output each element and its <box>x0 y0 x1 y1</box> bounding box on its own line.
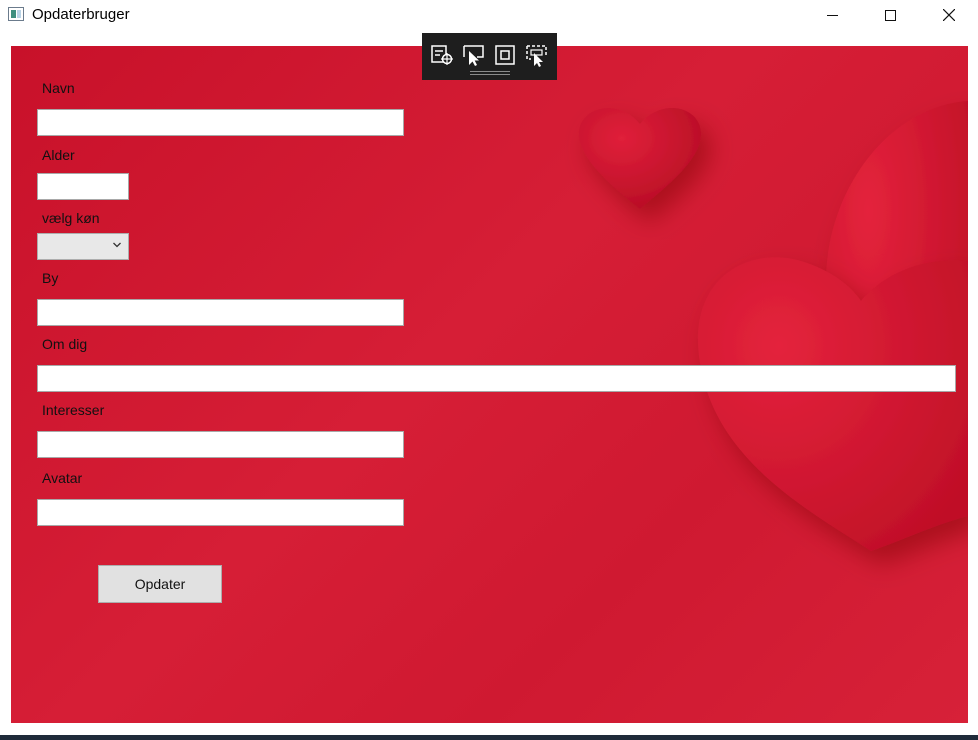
layout-adorner-icon[interactable] <box>493 43 517 67</box>
track-focus-icon[interactable] <box>525 43 549 67</box>
navn-label: Navn <box>42 80 75 96</box>
opdater-button[interactable]: Opdater <box>98 565 222 603</box>
gender-select[interactable] <box>37 233 129 260</box>
gender-label: vælg køn <box>42 210 100 226</box>
om-dig-label: Om dig <box>42 336 88 352</box>
by-input[interactable] <box>37 299 404 326</box>
taskbar-edge <box>0 735 978 740</box>
interesser-input[interactable] <box>37 431 404 458</box>
toolbar-drag-handle[interactable] <box>470 71 510 75</box>
navn-input[interactable] <box>37 109 404 136</box>
title-bar: Opdaterbruger <box>0 0 978 30</box>
interesser-label: Interesser <box>42 402 105 418</box>
alder-input[interactable] <box>37 173 129 200</box>
close-icon <box>943 9 955 21</box>
om-dig-input[interactable] <box>37 365 956 392</box>
minimize-button[interactable] <box>803 0 861 30</box>
window-title: Opdaterbruger <box>32 6 130 23</box>
avatar-label: Avatar <box>42 470 83 486</box>
chevron-down-icon <box>113 242 121 248</box>
by-label: By <box>42 270 59 286</box>
alder-label: Alder <box>42 147 75 163</box>
minimize-icon <box>826 14 838 16</box>
pointer-select-icon[interactable] <box>462 43 486 67</box>
close-button[interactable] <box>920 0 978 30</box>
avatar-input[interactable] <box>37 499 404 526</box>
maximize-button[interactable] <box>861 0 919 30</box>
maximize-icon <box>884 9 896 21</box>
select-element-icon[interactable] <box>430 43 454 67</box>
debug-toolbar <box>422 33 557 80</box>
app-icon <box>8 7 24 21</box>
